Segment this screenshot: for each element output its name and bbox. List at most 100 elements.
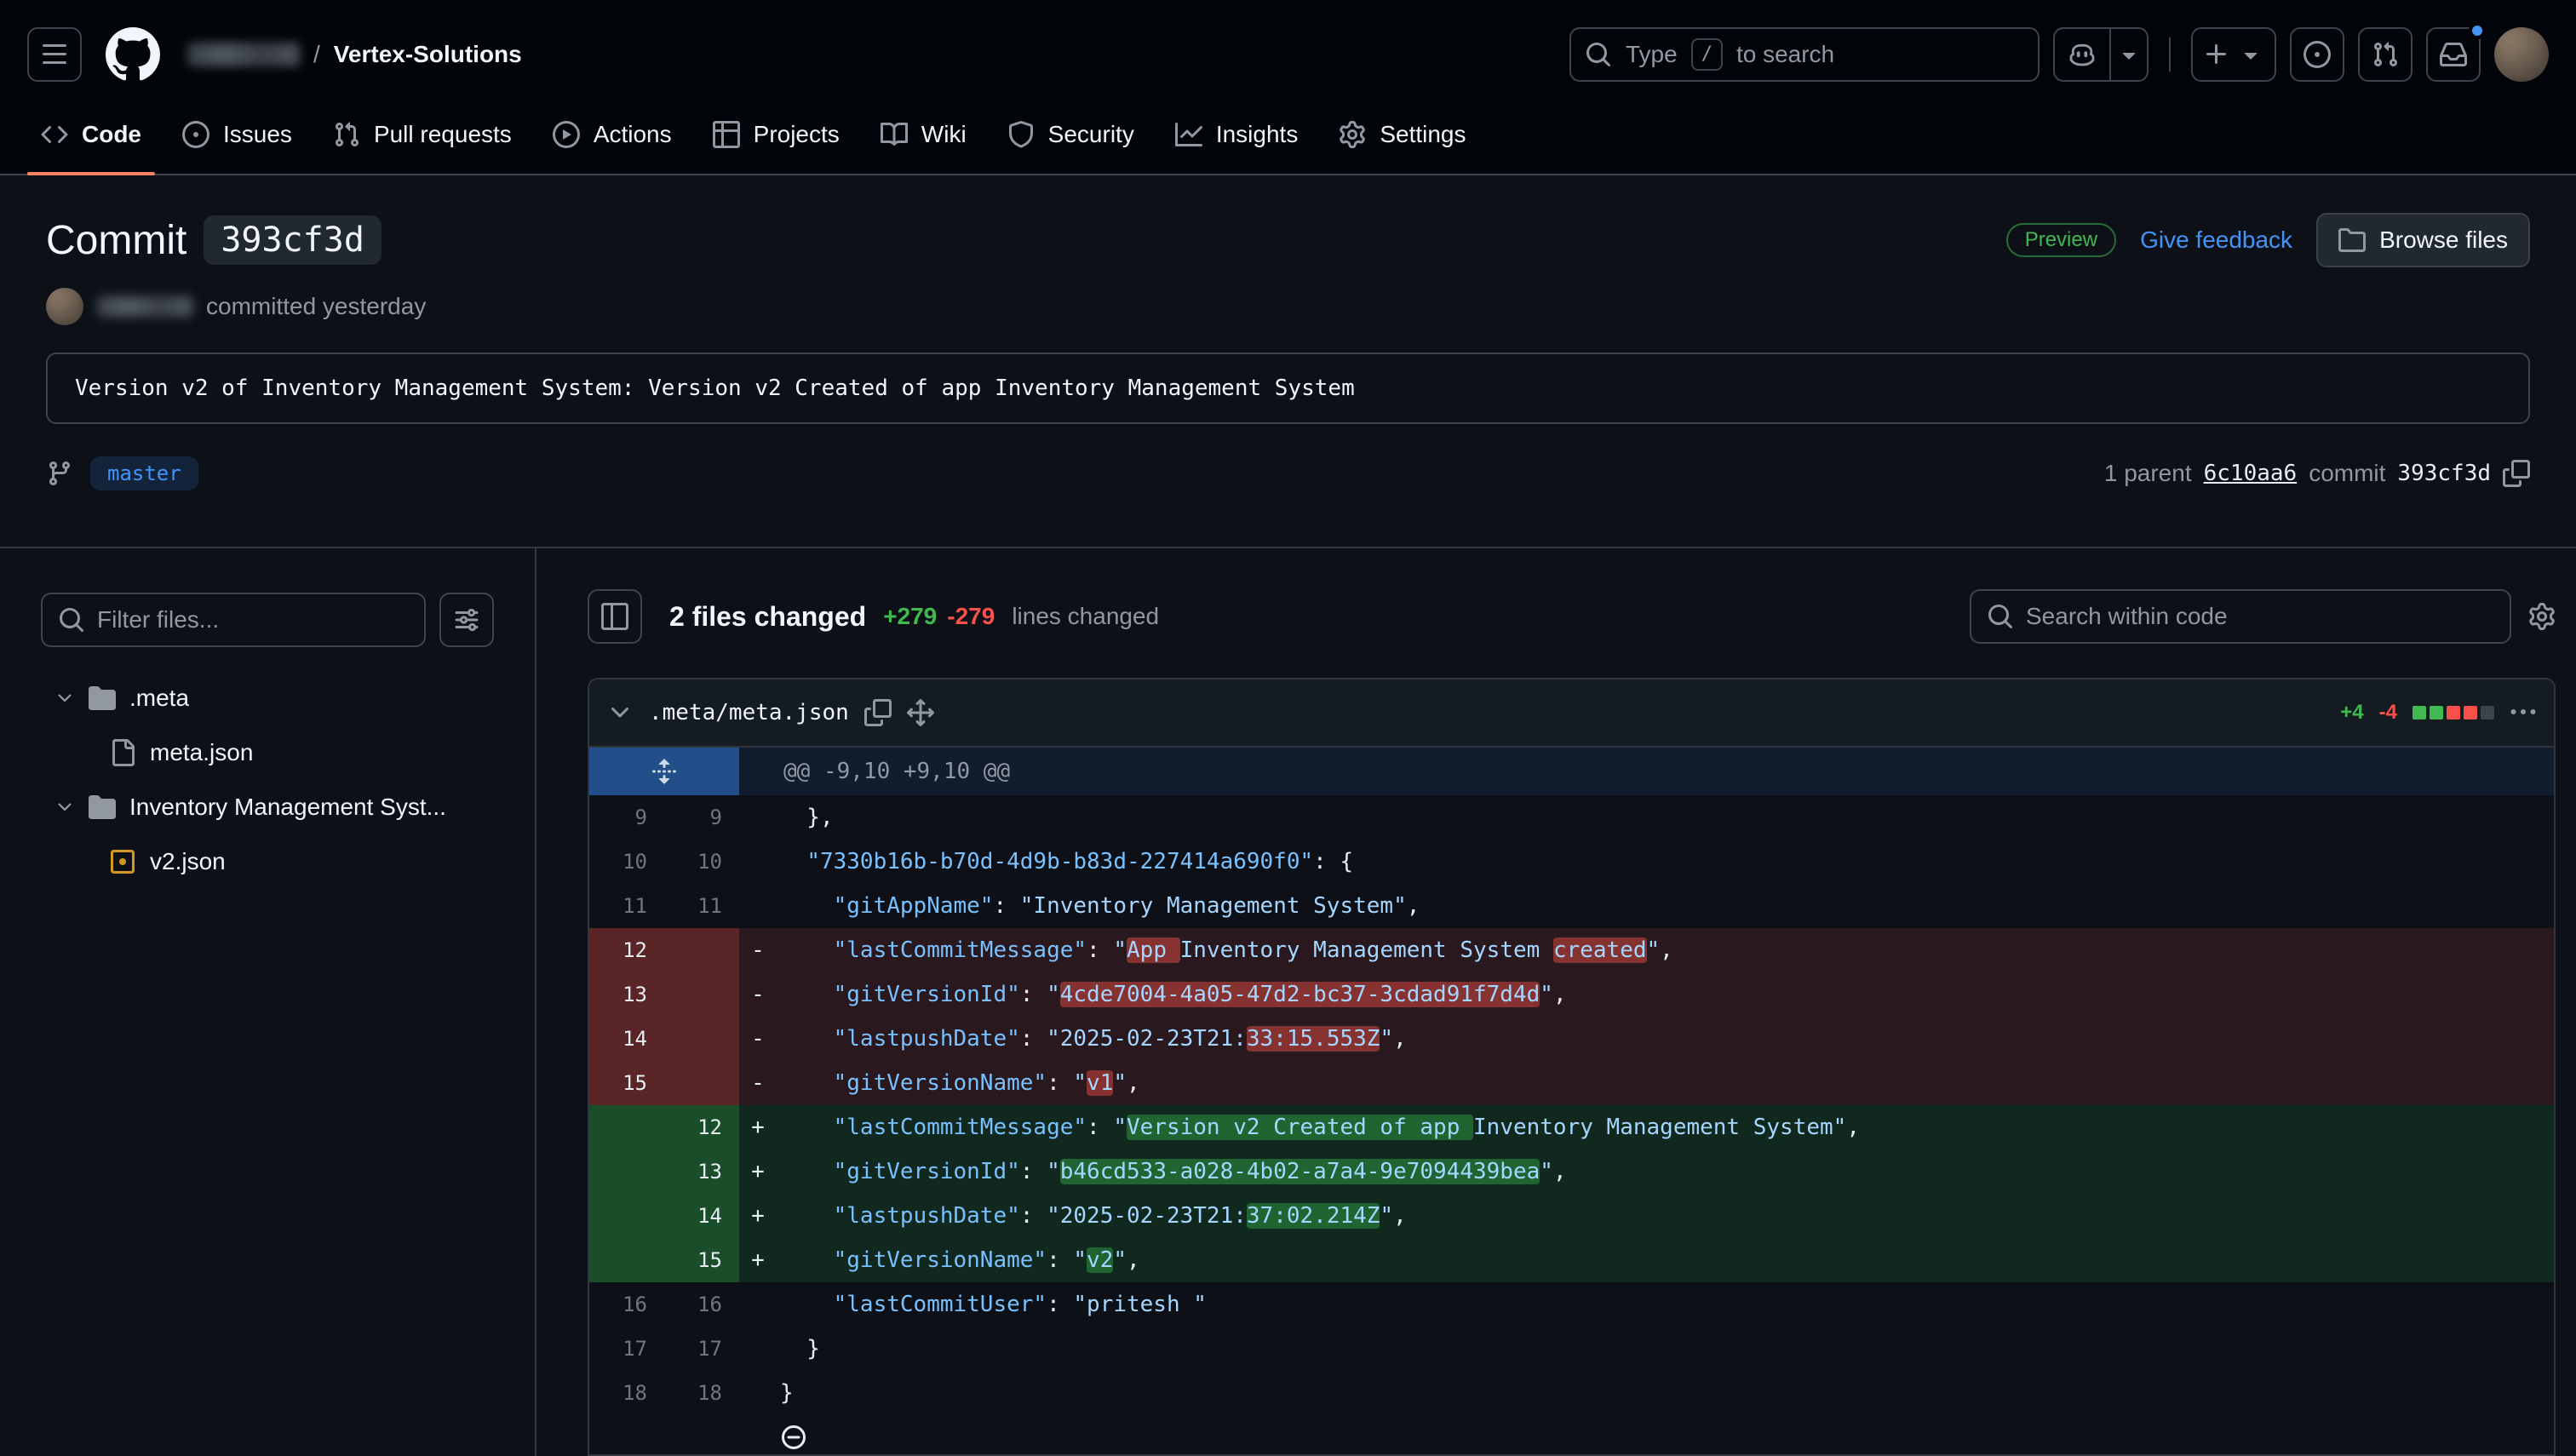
line-number-old[interactable]: [589, 1105, 664, 1149]
pull-requests-dashboard-button[interactable]: [2358, 27, 2412, 82]
total-additions: +279: [883, 603, 937, 630]
tab-security[interactable]: Security: [994, 95, 1148, 174]
line-number-new[interactable]: 16: [664, 1282, 739, 1327]
line-number-new[interactable]: [664, 972, 739, 1017]
user-avatar[interactable]: [2494, 27, 2549, 82]
tree-folder-inventory-management-syst...[interactable]: Inventory Management Syst...: [41, 780, 494, 834]
repo-nav: CodeIssuesPull requestsActionsProjectsWi…: [27, 95, 2549, 174]
diff-line: 12- "lastCommitMessage": "App Inventory …: [589, 928, 2554, 972]
hamburger-icon: [41, 41, 68, 68]
line-number-old[interactable]: 17: [589, 1327, 664, 1371]
line-number-old[interactable]: 16: [589, 1282, 664, 1327]
browse-files-button[interactable]: Browse files: [2316, 213, 2530, 267]
diff-settings-button[interactable]: [2528, 603, 2556, 630]
diff-marker: [739, 1327, 777, 1371]
chevron-down-icon: [2237, 41, 2264, 68]
tab-insights[interactable]: Insights: [1162, 95, 1312, 174]
line-number-new[interactable]: [664, 1415, 739, 1456]
inbox-icon: [2440, 41, 2467, 68]
tab-settings[interactable]: Settings: [1325, 95, 1479, 174]
graph-icon: [1175, 121, 1202, 148]
global-search-input[interactable]: Type / to search: [1569, 27, 2040, 82]
line-number-old[interactable]: 12: [589, 928, 664, 972]
parent-sha-link[interactable]: 6c10aa6: [2204, 461, 2298, 486]
copy-path-button[interactable]: [864, 699, 892, 726]
diff-code: "lastCommitMessage": "App Inventory Mana…: [777, 928, 2554, 972]
line-number-new[interactable]: 11: [664, 884, 739, 928]
line-number-old[interactable]: 11: [589, 884, 664, 928]
copy-icon: [864, 699, 892, 726]
github-logo[interactable]: [106, 27, 160, 82]
diff-block-add: [2412, 706, 2426, 719]
diff-marker: [739, 1415, 777, 1456]
issues-dashboard-button[interactable]: [2290, 27, 2344, 82]
commit-full-sha: 393cf3d: [2397, 461, 2491, 486]
file-options-button[interactable]: [2510, 699, 2537, 726]
diff-marker: [739, 1282, 777, 1327]
line-number-new[interactable]: 15: [664, 1238, 739, 1282]
line-number-new[interactable]: 12: [664, 1105, 739, 1149]
diff-code: }: [777, 1371, 2554, 1415]
redacted-committer-name[interactable]: [97, 296, 192, 317]
tree-file-v2.json[interactable]: v2.json: [41, 834, 494, 889]
tab-projects[interactable]: Projects: [699, 95, 853, 174]
toggle-file-tree-button[interactable]: [588, 589, 642, 644]
line-number-new[interactable]: 9: [664, 795, 739, 840]
line-number-old[interactable]: [589, 1238, 664, 1282]
page-title: Commit 393cf3d: [46, 215, 382, 265]
committer-avatar[interactable]: [46, 288, 83, 325]
line-number-new[interactable]: [664, 928, 739, 972]
tree-folder-.meta[interactable]: .meta: [41, 671, 494, 725]
line-number-old[interactable]: 15: [589, 1061, 664, 1105]
line-number-old[interactable]: 10: [589, 840, 664, 884]
preview-badge[interactable]: Preview: [2006, 223, 2116, 257]
line-number-old[interactable]: 18: [589, 1371, 664, 1415]
line-number-old[interactable]: [589, 1194, 664, 1238]
branch-badge[interactable]: master: [90, 456, 198, 490]
git-pull-request-icon: [2372, 41, 2399, 68]
create-new-button[interactable]: [2191, 27, 2276, 82]
diff-line: 1616 "lastCommitUser": "pritesh ": [589, 1282, 2554, 1327]
tab-pull-requests[interactable]: Pull requests: [319, 95, 525, 174]
line-number-new[interactable]: [664, 1061, 739, 1105]
repo-name-link[interactable]: Vertex-Solutions: [334, 41, 522, 68]
tab-code[interactable]: Code: [27, 95, 155, 174]
line-number-old[interactable]: 14: [589, 1017, 664, 1061]
expand-hunk-button[interactable]: [589, 748, 739, 795]
move-file-button[interactable]: [907, 699, 934, 726]
line-number-old[interactable]: 13: [589, 972, 664, 1017]
line-number-new[interactable]: [664, 1017, 739, 1061]
line-number-new[interactable]: 13: [664, 1149, 739, 1194]
hamburger-menu-button[interactable]: [27, 27, 82, 82]
tab-issues[interactable]: Issues: [169, 95, 306, 174]
copilot-menu-button[interactable]: [2109, 29, 2147, 80]
line-number-new[interactable]: 17: [664, 1327, 739, 1371]
copy-sha-button[interactable]: [2503, 460, 2530, 487]
line-number-old[interactable]: [589, 1415, 664, 1456]
line-number-new[interactable]: 18: [664, 1371, 739, 1415]
line-number-old[interactable]: [589, 1149, 664, 1194]
tree-file-meta.json[interactable]: meta.json: [41, 725, 494, 780]
diff-marker: -: [739, 1061, 777, 1105]
file-filter-button[interactable]: [439, 593, 494, 647]
search-within-code-input[interactable]: [1970, 589, 2511, 644]
diff-code: "lastpushDate": "2025-02-23T21:37:02.214…: [777, 1194, 2554, 1238]
tab-actions[interactable]: Actions: [539, 95, 686, 174]
diff-line: 1111 "gitAppName": "Inventory Management…: [589, 884, 2554, 928]
redacted-owner-name[interactable]: [187, 43, 300, 66]
give-feedback-link[interactable]: Give feedback: [2140, 226, 2292, 254]
folder-icon: [89, 794, 116, 821]
filter-files-input[interactable]: [41, 593, 426, 647]
inbox-button[interactable]: [2426, 27, 2481, 82]
file-tree: .metameta.jsonInventory Management Syst.…: [41, 671, 494, 889]
diff-file-header: .meta/meta.json +4 -4: [589, 679, 2554, 748]
copilot-button[interactable]: [2055, 29, 2109, 80]
tab-wiki[interactable]: Wiki: [867, 95, 980, 174]
line-number-old[interactable]: 9: [589, 795, 664, 840]
line-number-new[interactable]: 10: [664, 840, 739, 884]
line-number-new[interactable]: 14: [664, 1194, 739, 1238]
plus-icon: [2203, 41, 2230, 68]
collapse-file-button[interactable]: [606, 699, 634, 726]
github-mark-icon: [106, 27, 160, 82]
diff-line: 99 },: [589, 795, 2554, 840]
